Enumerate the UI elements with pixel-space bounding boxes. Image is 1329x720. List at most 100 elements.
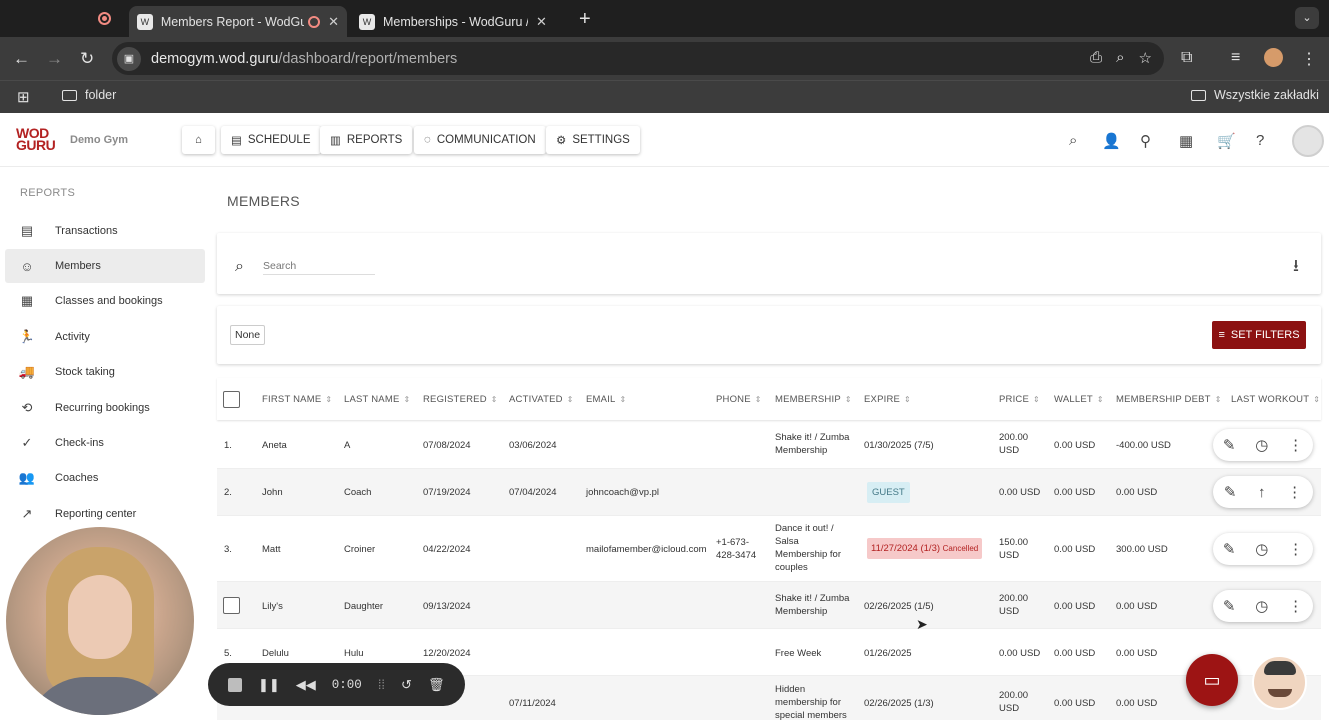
all-bookmarks[interactable]: Wszystkie zakładki xyxy=(1191,88,1319,102)
download-icon[interactable]: ⭳ xyxy=(1293,253,1299,282)
column-header-last-name[interactable]: LAST NAME ⇕ xyxy=(344,394,410,405)
history-icon[interactable]: ◷ xyxy=(1255,436,1268,454)
settings-button[interactable]: ⚙ SETTINGS xyxy=(546,126,640,154)
apps-grid-icon[interactable]: ⊞ xyxy=(17,88,30,106)
table-row[interactable]: 1. Aneta A 07/08/2024 03/06/2024 Shake i… xyxy=(217,421,1321,469)
browser-menu-icon[interactable]: ⋮ xyxy=(1301,49,1317,69)
close-tab-icon[interactable]: ✕ xyxy=(328,14,339,30)
column-header-last-workout[interactable]: LAST WORKOUT ⇕ xyxy=(1231,394,1320,405)
edit-icon[interactable]: ✎ xyxy=(1223,540,1236,558)
chat-fab-button[interactable]: ▭ xyxy=(1186,654,1238,706)
add-person-icon[interactable]: 👤 xyxy=(1102,132,1121,150)
column-header-price[interactable]: PRICE ⇕ xyxy=(999,394,1040,405)
extensions-icon[interactable]: ⧉ xyxy=(1181,49,1192,67)
sidebar-item-recurring[interactable]: ⟲ Recurring bookings xyxy=(5,391,205,425)
table-row[interactable]: Lily's Daughter 09/13/2024 Shake it! / Z… xyxy=(217,582,1321,629)
reload-icon[interactable]: ↻ xyxy=(80,49,94,69)
folder-icon xyxy=(62,89,77,101)
sidebar-item-coaches[interactable]: 👥 Coaches xyxy=(5,461,205,495)
edit-icon[interactable]: ✎ xyxy=(1224,483,1237,501)
browser-tab-memberships[interactable]: W Memberships - WodGuru / Da ✕ xyxy=(351,6,569,37)
membership-cell: Hidden membership for special members xyxy=(775,684,847,720)
table-row[interactable]: 3. Matt Croiner 04/22/2024 mailofamember… xyxy=(217,516,1321,582)
media-control-icon[interactable]: ≡ xyxy=(1231,49,1240,67)
wodguru-logo[interactable]: WOD GURU xyxy=(16,126,56,153)
history-icon[interactable]: ◷ xyxy=(1255,540,1268,558)
profile-avatar-icon[interactable] xyxy=(1264,48,1283,67)
trainer-icon[interactable]: ⚲ xyxy=(1140,132,1151,150)
pause-icon[interactable]: ❚❚ xyxy=(258,677,280,693)
column-header-membership-debt[interactable]: MEMBERSHIP DEBT ⇕ xyxy=(1116,394,1222,405)
edit-icon[interactable]: ✎ xyxy=(1223,436,1236,454)
more-options-icon[interactable]: ⋮ xyxy=(1288,540,1303,558)
column-header-activated[interactable]: ACTIVATED ⇕ xyxy=(509,394,574,405)
last-name-cell: Daughter xyxy=(344,601,384,612)
column-header-email[interactable]: EMAIL ⇕ xyxy=(586,394,626,405)
sidebar-item-reporting-center[interactable]: ↗ Reporting center xyxy=(5,497,205,531)
sidebar-item-label: Classes and bookings xyxy=(55,295,163,307)
help-icon[interactable]: ? xyxy=(1256,132,1264,149)
column-header-expire[interactable]: EXPIRE ⇕ xyxy=(864,394,911,405)
email-cell: johncoach@vp.pl xyxy=(586,487,660,498)
column-header-membership[interactable]: MEMBERSHIP ⇕ xyxy=(775,394,852,405)
app-header: WOD GURU Demo Gym ⌂ ▤ SCHEDULE ▥ REPORTS … xyxy=(0,113,1329,167)
debt-cell: 0.00 USD xyxy=(1116,487,1158,498)
cart-icon[interactable]: 🛒 xyxy=(1217,132,1236,150)
select-all-checkbox[interactable] xyxy=(223,391,240,408)
more-options-icon[interactable]: ⋮ xyxy=(1287,483,1302,501)
restart-icon[interactable]: ↺ xyxy=(401,677,412,693)
history-icon[interactable]: ◷ xyxy=(1255,597,1268,615)
column-header-phone[interactable]: PHONE ⇕ xyxy=(716,394,762,405)
set-filters-button[interactable]: ≡ SET FILTERS xyxy=(1212,321,1306,349)
user-avatar[interactable] xyxy=(1292,125,1324,157)
communication-button[interactable]: ◌ COMMUNICATION xyxy=(414,126,546,154)
table-row[interactable]: 2. John Coach 07/19/2024 07/04/2024 john… xyxy=(217,469,1321,516)
assistant-mascot-avatar[interactable] xyxy=(1252,655,1307,710)
browser-tab-members[interactable]: W Members Report - WodGuru ✕ xyxy=(129,6,347,37)
calendar-icon[interactable]: ▦ xyxy=(1179,132,1193,150)
edit-icon[interactable]: ✎ xyxy=(1223,597,1236,615)
sidebar-item-transactions[interactable]: ▤ Transactions xyxy=(5,214,205,248)
more-options-icon[interactable]: ⋮ xyxy=(1288,597,1303,615)
address-bar[interactable]: ▣ demogym.wod.guru/dashboard/report/memb… xyxy=(112,42,1164,75)
upgrade-arrow-icon[interactable]: ↑ xyxy=(1258,484,1266,501)
site-info-icon[interactable]: ▣ xyxy=(117,46,141,71)
column-header-wallet[interactable]: WALLET ⇕ xyxy=(1054,394,1104,405)
column-header-first-name[interactable]: FIRST NAME ⇕ xyxy=(262,394,332,405)
row-checkbox[interactable] xyxy=(223,597,240,614)
zoom-icon[interactable]: ⌕ xyxy=(1116,49,1124,67)
more-options-icon[interactable]: ⋮ xyxy=(1288,436,1303,454)
new-tab-icon[interactable]: + xyxy=(579,8,591,31)
stop-icon[interactable] xyxy=(228,677,242,692)
filter-chip[interactable]: None xyxy=(230,325,266,345)
home-button[interactable]: ⌂ xyxy=(182,126,215,154)
first-name-cell: John xyxy=(262,487,283,498)
close-tab-icon[interactable]: ✕ xyxy=(536,14,547,30)
sidebar-item-activity[interactable]: 🏃 Activity xyxy=(5,320,205,354)
forward-icon[interactable]: → xyxy=(46,49,63,69)
schedule-button[interactable]: ▤ SCHEDULE xyxy=(221,126,321,154)
sidebar-item-label: Members xyxy=(55,260,101,272)
sidebar-item-stock[interactable]: 🚚 Stock taking xyxy=(5,355,205,389)
search-input[interactable] xyxy=(263,260,375,275)
drag-handle-icon[interactable]: ⁞⁞ xyxy=(378,677,385,692)
sidebar-item-checkins[interactable]: ✓ Check-ins xyxy=(5,426,205,460)
rewind-icon[interactable]: ◀◀ xyxy=(296,677,316,693)
bookmark-star-icon[interactable]: ☆ xyxy=(1139,49,1152,67)
back-icon[interactable]: ← xyxy=(13,49,30,69)
tab-search-icon[interactable]: ⌄ xyxy=(1295,7,1319,29)
home-icon: ⌂ xyxy=(195,134,202,146)
price-cell: 200.00 USD xyxy=(999,432,1029,456)
delete-icon[interactable]: 🗑 xyxy=(428,677,445,693)
gears-icon: ⚙ xyxy=(556,135,567,147)
all-bookmarks-label: Wszystkie zakładki xyxy=(1214,88,1319,102)
reports-button[interactable]: ▥ REPORTS xyxy=(320,126,413,154)
sidebar-item-classes[interactable]: ▦ Classes and bookings xyxy=(5,284,205,318)
membership-cell: Free Week xyxy=(775,648,822,659)
bookmark-folder[interactable]: folder xyxy=(62,88,116,102)
install-app-icon[interactable]: ⎙ xyxy=(1090,49,1102,67)
sidebar-item-members[interactable]: ☺ Members xyxy=(5,249,205,283)
price-cell: 200.00 USD xyxy=(999,593,1029,617)
column-header-registered[interactable]: REGISTERED ⇕ xyxy=(423,394,498,405)
search-icon[interactable]: ⌕ xyxy=(1069,132,1077,149)
